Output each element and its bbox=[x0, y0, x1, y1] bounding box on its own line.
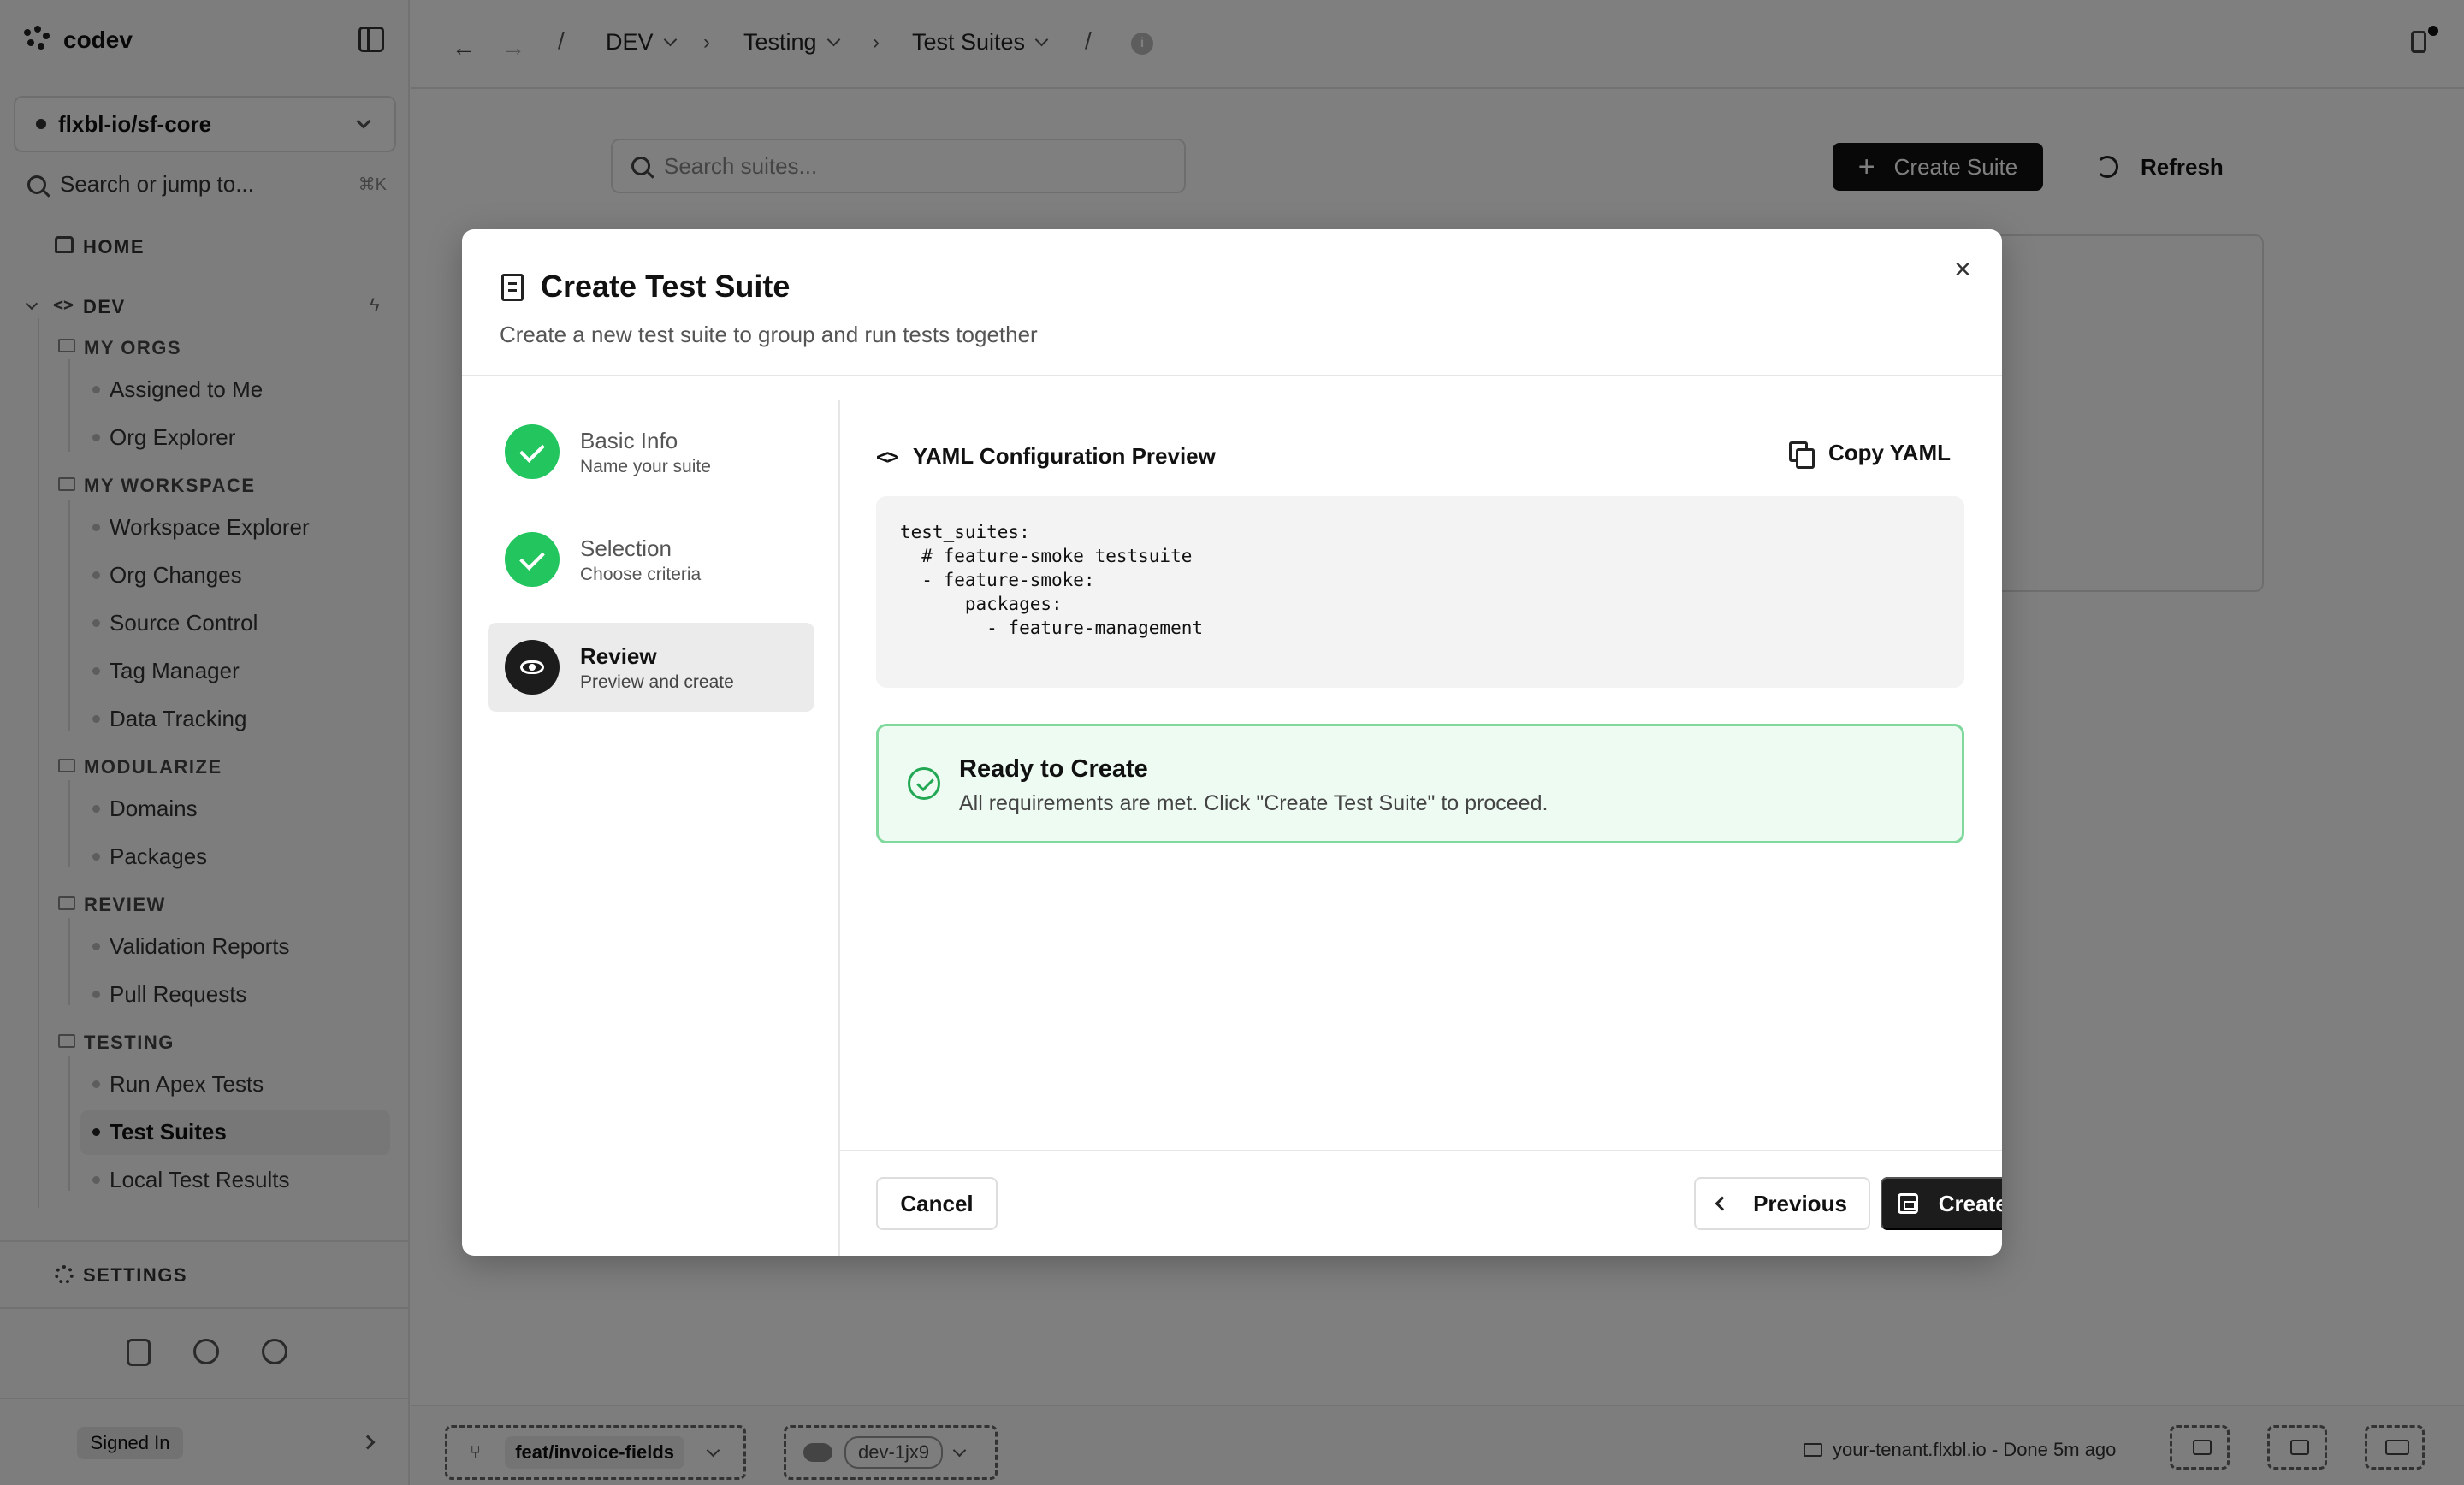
step-title: Review bbox=[580, 643, 657, 669]
step-subtitle: Choose criteria bbox=[580, 565, 702, 584]
step-title: Basic Info bbox=[580, 428, 678, 453]
create-test-suite-label: Create Test Suite bbox=[1938, 1190, 2002, 1216]
copy-yaml-label: Copy YAML bbox=[1827, 440, 1951, 465]
previous-button[interactable]: Previous bbox=[1694, 1177, 1870, 1230]
code-icon: <> bbox=[876, 444, 899, 469]
copy-icon bbox=[1788, 441, 1815, 469]
dialog-title: Create Test Suite bbox=[541, 269, 791, 304]
dialog-footer: Cancel Previous Create Test Suite bbox=[840, 1150, 2002, 1256]
step-basic-info[interactable]: Basic Info Name your suite bbox=[488, 407, 814, 496]
step-subtitle: Name your suite bbox=[580, 457, 711, 476]
check-icon bbox=[505, 424, 560, 479]
suite-icon bbox=[501, 274, 524, 301]
ready-title: Ready to Create bbox=[959, 755, 1148, 783]
step-subtitle: Preview and create bbox=[580, 672, 734, 692]
yaml-heading-label: YAML Configuration Preview bbox=[912, 443, 1216, 469]
create-test-suite-dialog: Create Test Suite Create a new test suit… bbox=[462, 229, 2002, 1256]
ready-alert: Ready to Create All requirements are met… bbox=[876, 724, 1964, 843]
step-title: Selection bbox=[580, 535, 672, 561]
create-test-suite-button[interactable]: Create Test Suite bbox=[1881, 1177, 2002, 1230]
dialog-subtitle: Create a new test suite to group and run… bbox=[500, 322, 1038, 347]
save-icon bbox=[1897, 1193, 1918, 1214]
close-icon[interactable]: × bbox=[1954, 255, 1971, 284]
ready-message: All requirements are met. Click "Create … bbox=[959, 791, 1549, 815]
step-selection[interactable]: Selection Choose criteria bbox=[488, 515, 814, 604]
check-circle-icon bbox=[908, 767, 940, 800]
check-icon bbox=[505, 532, 560, 587]
copy-yaml-button[interactable]: Copy YAML bbox=[1788, 440, 1951, 469]
previous-label: Previous bbox=[1753, 1190, 1847, 1216]
dialog-header: Create Test Suite Create a new test suit… bbox=[462, 229, 2002, 376]
yaml-heading: <> YAML Configuration Preview bbox=[876, 443, 1216, 470]
eye-icon bbox=[505, 640, 560, 695]
yaml-preview: test_suites: # feature-smoke testsuite -… bbox=[876, 496, 1964, 688]
wizard-steps: Basic Info Name your suite Selection Cho… bbox=[462, 400, 840, 1256]
step-review[interactable]: Review Preview and create bbox=[488, 623, 814, 712]
chevron-left-icon bbox=[1715, 1196, 1730, 1211]
cancel-button[interactable]: Cancel bbox=[876, 1177, 998, 1230]
